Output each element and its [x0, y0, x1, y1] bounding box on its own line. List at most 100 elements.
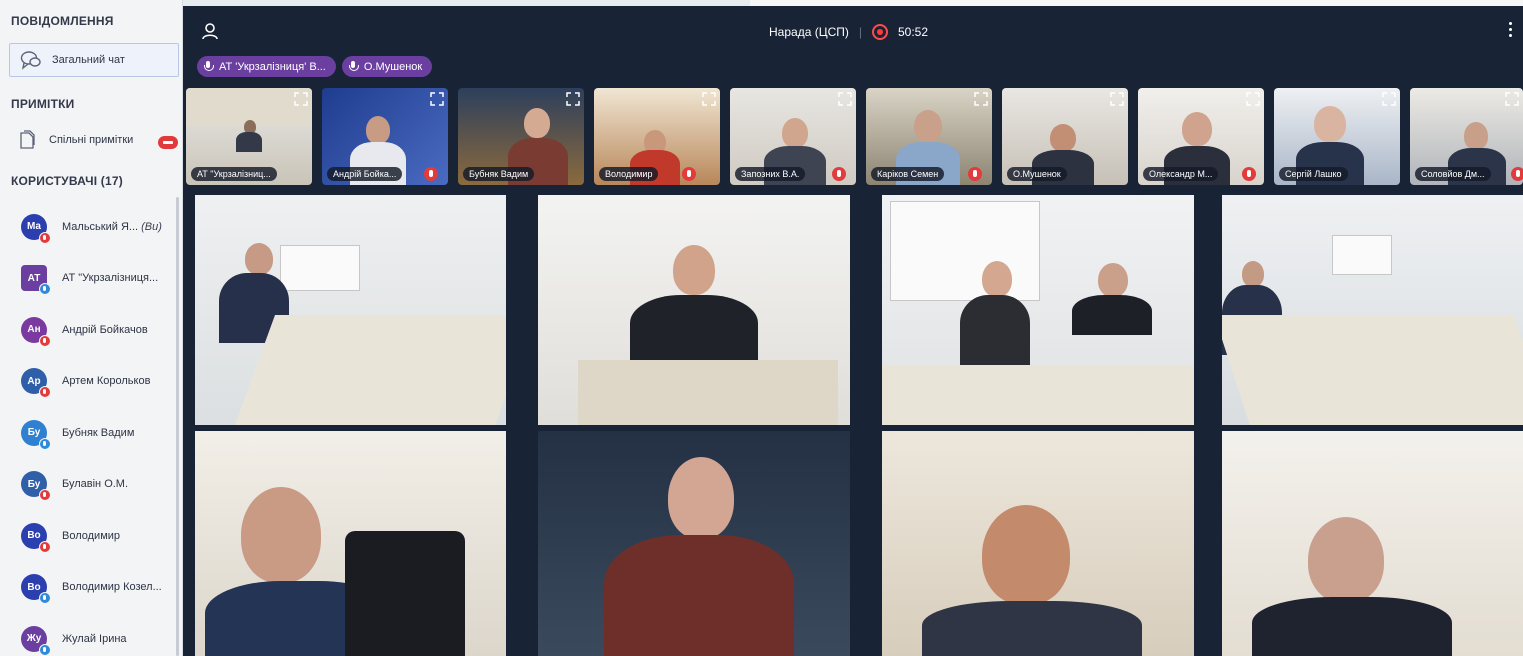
video-thumbnail[interactable]: Олександр М... — [1138, 88, 1264, 185]
mic-on-icon — [39, 643, 51, 656]
user-name: Володимир — [62, 529, 121, 542]
user-item[interactable]: Бу Бубняк Вадим — [0, 407, 178, 459]
mic-muted-icon — [832, 167, 846, 181]
mic-muted-icon — [1511, 167, 1523, 181]
video-thumbnail[interactable]: Каріков Семен — [866, 88, 992, 185]
mic-muted-icon — [39, 386, 51, 399]
speaker-chip[interactable]: АТ 'Укрзалізниця' В... — [197, 56, 336, 77]
meeting-title-bar: Нарада (ЦСП) | 50:52 — [769, 24, 928, 40]
participant-name: О.Мушенок — [1007, 167, 1067, 181]
avatar: Бу — [21, 471, 51, 502]
participant-name: Соловйов Дм... — [1415, 167, 1491, 181]
video-thumbnail[interactable]: Володимир — [594, 88, 720, 185]
speaker-chip[interactable]: О.Мушенок — [341, 56, 433, 77]
expand-icon[interactable] — [294, 92, 308, 106]
expand-icon[interactable] — [702, 92, 716, 106]
conference-header: Нарада (ЦСП) | 50:52 — [183, 6, 1523, 56]
user-name: Булавін О.М. — [62, 478, 129, 491]
mic-muted-icon — [39, 231, 51, 244]
users-section-title: КОРИСТУВАЧІ (17) — [11, 174, 123, 188]
participant-name: Андрій Бойка... — [327, 167, 403, 181]
user-icon[interactable] — [201, 22, 219, 40]
video-tile[interactable] — [538, 195, 850, 425]
user-item[interactable]: Во Володимир Козел... — [0, 562, 178, 614]
user-item[interactable]: Во Володимир — [0, 510, 178, 562]
recording-timer: 50:52 — [897, 25, 929, 39]
microphone-icon — [348, 60, 359, 73]
general-chat-button[interactable]: Загальний чат — [9, 43, 179, 77]
mic-on-icon — [39, 592, 51, 605]
messages-section-title: ПОВІДОМЛЕННЯ — [11, 14, 114, 28]
video-tile[interactable] — [195, 195, 506, 425]
avatar: Бу — [21, 419, 51, 450]
video-thumbnail[interactable]: Сергій Лашко — [1274, 88, 1400, 185]
mic-muted-icon — [39, 334, 51, 347]
more-options-icon[interactable] — [1509, 22, 1513, 38]
mic-muted-icon — [1242, 167, 1256, 181]
expand-icon[interactable] — [1110, 92, 1124, 106]
conference-area: Нарада (ЦСП) | 50:52 АТ 'Укрзалізниця' В… — [183, 6, 1523, 656]
video-tile[interactable] — [882, 431, 1194, 656]
mic-muted-icon — [682, 167, 696, 181]
participant-name: Олександр М... — [1143, 167, 1219, 181]
mic-muted-icon — [39, 489, 51, 502]
shared-notes-item[interactable]: Спільні примітки — [19, 130, 133, 150]
user-item[interactable]: Ма Мальський Я... (Ви) — [0, 201, 178, 253]
shared-notes-label: Спільні примітки — [49, 134, 134, 146]
users-scrollbar[interactable] — [176, 197, 179, 656]
avatar: Ар — [21, 368, 51, 399]
sidebar: ПОВІДОМЛЕННЯ Загальний чат ПРИМІТКИ Спіл… — [0, 0, 183, 656]
video-tile[interactable] — [195, 431, 506, 656]
participant-name: Володимир — [599, 167, 659, 181]
mic-on-icon — [39, 283, 51, 296]
video-thumbnail[interactable]: Андрій Бойка... — [322, 88, 448, 185]
participant-name: Бубняк Вадим — [463, 167, 535, 181]
video-tile[interactable] — [1222, 195, 1523, 425]
video-tile[interactable] — [538, 431, 850, 656]
user-item[interactable]: Жу Жулай Ірина — [0, 613, 178, 656]
chat-icon — [20, 51, 41, 70]
mic-muted-icon — [968, 167, 982, 181]
recording-icon[interactable] — [871, 24, 888, 40]
notes-badge — [158, 136, 178, 149]
users-list: Ма Мальський Я... (Ви) АТ АТ "Укрзалізни… — [0, 201, 178, 656]
user-item[interactable]: АТ АТ "Укрзалізниця... — [0, 253, 178, 305]
expand-icon[interactable] — [974, 92, 988, 106]
participant-name: Сергій Лашко — [1279, 167, 1348, 181]
participant-name: Запозних В.А. — [735, 167, 806, 181]
video-thumbnail[interactable]: Запозних В.А. — [730, 88, 856, 185]
user-name: Бубняк Вадим — [62, 426, 135, 439]
video-thumbnail[interactable]: О.Мушенок — [1002, 88, 1128, 185]
active-speakers: АТ 'Укрзалізниця' В... О.Мушенок — [197, 56, 433, 77]
user-item[interactable]: Ан Андрій Бойкачов — [0, 304, 178, 356]
avatar: Ан — [21, 316, 51, 347]
video-tile[interactable] — [882, 195, 1194, 425]
user-name: Мальський Я... (Ви) — [62, 220, 162, 233]
expand-icon[interactable] — [566, 92, 580, 106]
user-name: Жулай Ірина — [62, 632, 127, 645]
expand-icon[interactable] — [1246, 92, 1260, 106]
video-thumbnail[interactable]: АТ "Укрзалізниц... — [186, 88, 312, 185]
notes-section-title: ПРИМІТКИ — [11, 97, 75, 111]
participant-name: Каріков Семен — [871, 167, 945, 181]
mic-muted-icon — [39, 540, 51, 553]
user-item[interactable]: Бу Булавін О.М. — [0, 459, 178, 511]
expand-icon[interactable] — [1382, 92, 1396, 106]
expand-icon[interactable] — [430, 92, 444, 106]
mic-muted-icon — [424, 167, 438, 181]
meeting-title: Нарада (ЦСП) — [769, 25, 849, 39]
user-name: АТ "Укрзалізниця... — [62, 272, 159, 285]
user-item[interactable]: Ар Артем Корольков — [0, 356, 178, 408]
video-thumbnail[interactable]: Соловйов Дм... — [1410, 88, 1523, 185]
general-chat-label: Загальний чат — [52, 54, 125, 66]
participant-name: АТ "Укрзалізниц... — [191, 167, 277, 181]
avatar: Жу — [21, 625, 51, 656]
mic-on-icon — [39, 437, 51, 450]
video-tile[interactable] — [1222, 431, 1523, 656]
expand-icon[interactable] — [1505, 92, 1519, 106]
video-thumbnail[interactable]: Бубняк Вадим — [458, 88, 584, 185]
avatar: АТ — [21, 265, 51, 296]
avatar: Ма — [21, 213, 51, 244]
expand-icon[interactable] — [838, 92, 852, 106]
video-grid — [195, 195, 1523, 656]
